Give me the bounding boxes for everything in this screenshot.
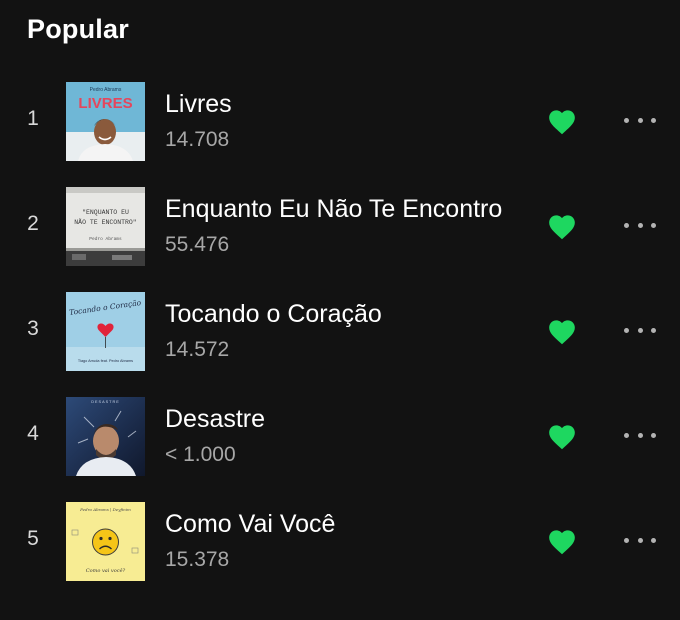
cover-title: LIVRES [78,95,132,112]
track-play-count: 55.476 [165,233,230,256]
heart-filled-icon [549,110,575,135]
track-number: 4 [27,422,39,445]
cover-art-livres: Pedro Abrams LIVRES [66,82,145,161]
like-button[interactable] [548,529,576,555]
album-cover[interactable]: "ENQUANTO EU NÃO TE ENCONTRO" Pedro Abra… [66,187,145,266]
more-horizontal-icon [624,432,629,438]
track-title[interactable]: Livres [165,90,232,119]
cover-artist: Pedro Abrams [89,236,122,242]
track-list: 1 Pedro Abrams LIVRES Livres 14.708 2 "E… [0,76,680,601]
track-title[interactable]: Desastre [165,405,265,434]
track-row[interactable]: 1 Pedro Abrams LIVRES Livres 14.708 [0,76,680,181]
sad-face-icon [92,528,119,556]
cover-line-1: "ENQUANTO EU [82,209,129,216]
track-number: 1 [27,107,39,130]
more-horizontal-icon [624,117,629,123]
track-play-count: 14.708 [165,128,230,151]
like-button[interactable] [548,214,576,240]
cover-artist: Tiago Arruda feat. Pedro Abrams [78,359,133,363]
more-horizontal-icon [624,222,629,228]
track-play-count: 15.378 [165,548,230,571]
track-row[interactable]: 5 Pedro Abrams | Deyfinim Como vai você?… [0,496,680,601]
more-options-button[interactable] [624,530,656,550]
cover-title: DESASTRE [91,400,119,404]
cover-footer: Como vai você? [86,567,126,574]
heart-filled-icon [549,215,575,240]
track-title[interactable]: Tocando o Coração [165,300,382,329]
track-title[interactable]: Como Vai Você [165,510,335,539]
more-horizontal-icon [624,537,629,543]
album-cover[interactable]: Pedro Abrams | Deyfinim Como vai você? [66,502,145,581]
album-cover[interactable]: Tocando o Coração Tiago Arruda feat. Ped… [66,292,145,371]
more-options-button[interactable] [624,320,656,340]
like-button[interactable] [548,109,576,135]
section-title: Popular [27,14,129,44]
cover-art-desastre: DESASTRE [66,397,145,476]
track-play-count: 14.572 [165,338,230,361]
album-cover[interactable]: DESASTRE [66,397,145,476]
track-number: 2 [27,212,39,235]
more-options-button[interactable] [624,110,656,130]
heart-filled-icon [549,320,575,345]
track-title[interactable]: Enquanto Eu Não Te Encontro [165,195,502,224]
track-number: 3 [27,317,39,340]
cover-header: Pedro Abrams | Deyfinim [79,507,131,512]
more-options-button[interactable] [624,425,656,445]
more-options-button[interactable] [624,215,656,235]
heart-filled-icon [549,530,575,555]
like-button[interactable] [548,319,576,345]
track-number: 5 [27,527,39,550]
track-row[interactable]: 3 Tocando o Coração Tiago Arruda feat. P… [0,286,680,391]
track-row[interactable]: 4 DESASTRE Desastre < 1.000 [0,391,680,496]
heart-filled-icon [549,425,575,450]
more-horizontal-icon [624,327,629,333]
cover-art-como-vai-voce: Pedro Abrams | Deyfinim Como vai você? [66,502,145,581]
track-row[interactable]: 2 "ENQUANTO EU NÃO TE ENCONTRO" Pedro Ab… [0,181,680,286]
cover-art-enquanto: "ENQUANTO EU NÃO TE ENCONTRO" Pedro Abra… [66,187,145,266]
cover-artist: Pedro Abrams [90,87,122,93]
cover-art-tocando: Tocando o Coração Tiago Arruda feat. Ped… [66,292,145,371]
cover-line-2: NÃO TE ENCONTRO" [74,218,137,226]
like-button[interactable] [548,424,576,450]
album-cover[interactable]: Pedro Abrams LIVRES [66,82,145,161]
track-play-count: < 1.000 [165,443,236,466]
